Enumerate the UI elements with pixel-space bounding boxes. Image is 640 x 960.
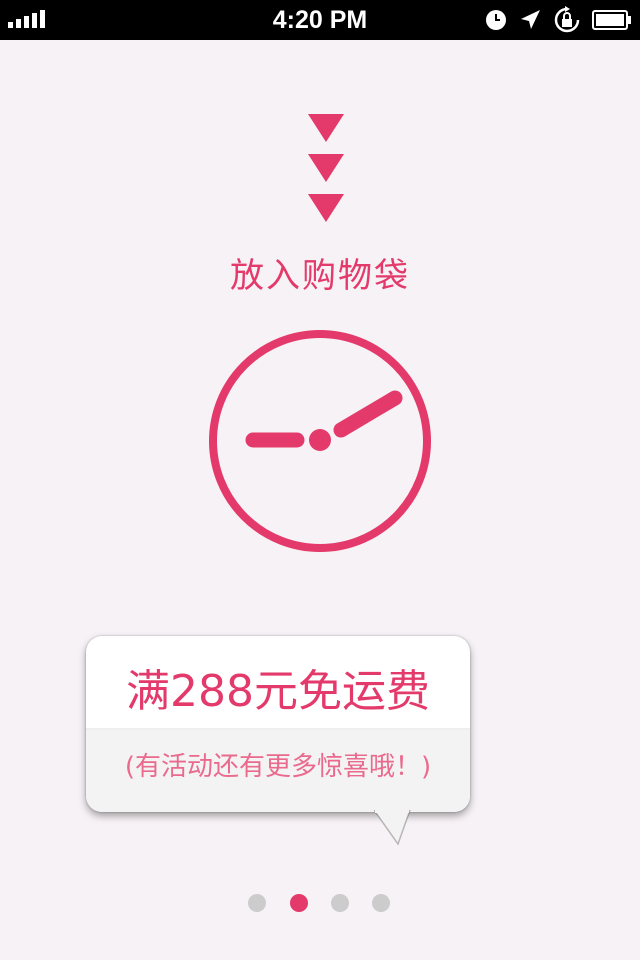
page-title: 放入购物袋 (230, 256, 410, 296)
page-dot-1[interactable] (248, 894, 266, 912)
status-bar: 4:20 PM (0, 0, 640, 40)
bubble-tail (374, 810, 411, 846)
down-arrows-icon (308, 114, 344, 222)
page-dot-3[interactable] (331, 894, 349, 912)
clock-face-icon (209, 330, 431, 552)
clock-icon (486, 10, 506, 30)
promo-headline: 满288元免运费 (126, 666, 430, 717)
rotation-lock-icon (554, 6, 580, 33)
location-arrow-icon (521, 10, 540, 29)
promo-subtext: (有活动还有更多惊喜哦！) (86, 730, 470, 812)
battery-icon (592, 10, 631, 30)
page-dot-2[interactable] (290, 894, 308, 912)
promo-bubble: 满288元免运费 (有活动还有更多惊喜哦！) (86, 636, 470, 812)
page-dot-4[interactable] (372, 894, 390, 912)
page-indicator (248, 894, 398, 914)
status-icons (484, 6, 632, 34)
